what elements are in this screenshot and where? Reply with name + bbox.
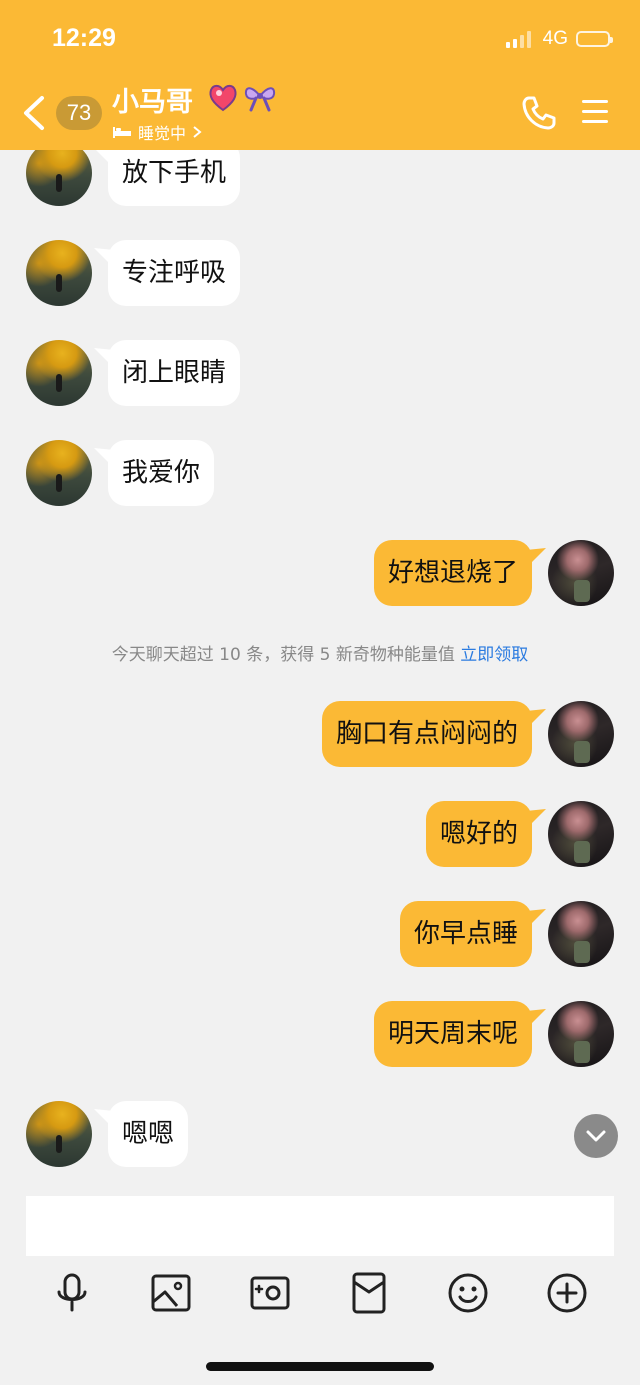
message-bubble[interactable]: 明天周末呢 — [373, 1001, 532, 1067]
chevron-right-icon — [193, 126, 202, 138]
message-row-outgoing: 好想退烧了 — [0, 540, 640, 610]
signal-icon — [505, 30, 531, 48]
input-toolbar — [0, 1270, 640, 1318]
contact-avatar[interactable] — [26, 340, 92, 406]
message-row-outgoing: 胸口有点闷闷的 — [0, 701, 640, 771]
message-bubble[interactable]: 好想退烧了 — [373, 540, 532, 606]
message-row-incoming: 嗯嗯 — [0, 1101, 640, 1171]
battery-icon — [576, 31, 613, 47]
message-bubble[interactable]: 胸口有点闷闷的 — [321, 701, 532, 767]
phone-icon[interactable] — [520, 94, 558, 132]
network-type: 4G — [542, 28, 568, 49]
my-avatar[interactable] — [548, 701, 614, 767]
my-avatar[interactable] — [548, 540, 614, 606]
claim-link[interactable]: 立即领取 — [460, 645, 528, 665]
message-row-incoming: 闭上眼睛 — [0, 340, 640, 410]
message-bubble[interactable]: 嗯嗯 — [108, 1101, 189, 1167]
status-time: 12:29 — [52, 24, 116, 52]
message-bubble[interactable]: 嗯好的 — [425, 801, 532, 867]
message-bubble[interactable]: 专注呼吸 — [108, 240, 241, 306]
message-row-incoming: 我爱你 — [0, 440, 640, 510]
menu-icon[interactable] — [580, 98, 610, 126]
microphone-icon[interactable] — [50, 1270, 94, 1316]
unread-badge[interactable]: 73 — [56, 96, 102, 130]
message-bubble[interactable]: 你早点睡 — [399, 901, 532, 967]
picture-icon[interactable] — [149, 1270, 193, 1316]
message-list[interactable]: 放下手机 专注呼吸 闭上眼睛 我爱你 好想退烧了 今天聊天超过 10 条，获得 … — [0, 150, 640, 1190]
message-row-outgoing: 明天周末呢 — [0, 1001, 640, 1071]
my-avatar[interactable] — [548, 901, 614, 967]
chevron-down-icon — [586, 1130, 606, 1142]
heart-flame-icon — [209, 84, 237, 112]
my-avatar[interactable] — [548, 801, 614, 867]
message-bubble[interactable]: 闭上眼睛 — [108, 340, 241, 406]
message-row-incoming: 专注呼吸 — [0, 240, 640, 310]
message-row-outgoing: 嗯好的 — [0, 801, 640, 871]
system-notice-text: 今天聊天超过 10 条，获得 5 新奇物种能量值 — [111, 645, 455, 665]
emoji-icon[interactable] — [446, 1270, 490, 1316]
message-input[interactable] — [26, 1196, 614, 1256]
message-bubble[interactable]: 我爱你 — [108, 440, 215, 506]
contact-avatar[interactable] — [26, 150, 92, 206]
friend-mark-icons[interactable] — [206, 80, 278, 114]
system-notice: 今天聊天超过 10 条，获得 5 新奇物种能量值 立即领取 — [0, 640, 640, 665]
message-bubble[interactable]: 放下手机 — [108, 150, 241, 206]
contact-avatar[interactable] — [26, 1101, 92, 1167]
red-packet-icon[interactable] — [347, 1270, 391, 1316]
plus-icon[interactable] — [545, 1270, 589, 1316]
camera-icon[interactable] — [248, 1270, 292, 1316]
my-avatar[interactable] — [548, 1001, 614, 1067]
contact-name[interactable]: 小马哥 — [112, 80, 193, 119]
message-row-outgoing: 你早点睡 — [0, 901, 640, 971]
contact-avatar[interactable] — [26, 240, 92, 306]
contact-status-text: 睡觉中 — [138, 124, 187, 143]
chat-header: 12:29 4G 73 小马哥 睡觉中 — [0, 0, 640, 150]
scroll-to-bottom-button[interactable] — [574, 1114, 618, 1158]
contact-avatar[interactable] — [26, 440, 92, 506]
message-row-incoming: 放下手机 — [0, 150, 640, 210]
bed-icon — [113, 127, 131, 138]
home-indicator[interactable] — [206, 1362, 434, 1371]
back-icon[interactable] — [20, 94, 50, 132]
contact-status[interactable]: 睡觉中 — [112, 120, 202, 144]
ribbon-bow-icon — [244, 87, 276, 112]
status-indicators: 4G — [505, 28, 613, 50]
